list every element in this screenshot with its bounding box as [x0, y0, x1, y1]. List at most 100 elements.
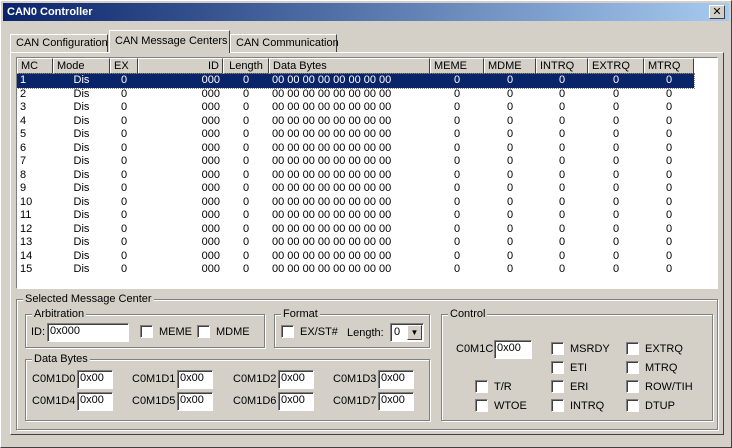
cell-extrq: 0	[612, 141, 620, 154]
cell-mode: Dis	[73, 155, 90, 167]
table-row[interactable]: 15 Dis 0 000 0 00 00 00 00 00 00 00 00 0 0 0 0 0	[17, 263, 694, 277]
tab-can-message-centers[interactable]: CAN Message Centers	[109, 30, 230, 53]
list-header: MC Mode EX ID Length Data Bytes MEME MDME INTRQ E…	[17, 58, 694, 74]
cell-mdme: 0	[506, 128, 514, 140]
cell-id: 000	[201, 155, 220, 167]
data-byte-label: C0M1D1	[132, 373, 176, 385]
table-row[interactable]: 10 Dis 0 000 0 00 00 00 00 00 00 00 00 0 0 0 0 0	[17, 196, 694, 210]
exst-checkbox[interactable]: EX/ST#	[281, 325, 338, 338]
tr-checkbox[interactable]: T/R	[475, 380, 512, 393]
length-select[interactable]: 0 ▼	[390, 323, 424, 342]
eri-checkbox[interactable]: ERI	[551, 380, 588, 393]
data-byte-label: C0M1D0	[32, 373, 76, 385]
column-header-id[interactable]: ID	[138, 58, 223, 74]
cell-data-bytes: 00 00 00 00 00 00 00 00	[272, 155, 392, 167]
column-header-mdme[interactable]: MDME	[484, 58, 536, 74]
cell-mdme: 0	[506, 87, 514, 100]
table-row[interactable]: 7 Dis 0 000 0 00 00 00 00 00 00 00 00 0 0 0 0 0	[17, 155, 694, 169]
table-row[interactable]: 13 Dis 0 000 0 00 00 00 00 00 00 00 00 0 0 0 0 0	[17, 236, 694, 250]
cell-intrq: 0	[558, 155, 566, 167]
table-row[interactable]: 9 Dis 0 000 0 00 00 00 00 00 00 00 00 0 0 0 0 0	[17, 182, 694, 196]
table-row[interactable]: 12 Dis 0 000 0 00 00 00 00 00 00 00 00 0 0 0 0 0	[17, 223, 694, 237]
column-header-intrq[interactable]: INTRQ	[536, 58, 588, 74]
mdme-checkbox-box[interactable]	[197, 325, 210, 338]
tab-can-configuration[interactable]: CAN Configuration	[10, 34, 108, 52]
rowtih-checkbox[interactable]: ROW/TIH	[626, 380, 693, 393]
cell-extrq: 0	[612, 222, 620, 235]
rowtih-checkbox-box[interactable]	[626, 380, 639, 393]
wtoe-checkbox[interactable]: WTOE	[475, 399, 527, 412]
cell-extrq: 0	[612, 87, 620, 100]
meme-checkbox[interactable]: MEME	[140, 325, 192, 338]
format-group: Format EX/ST# Length: 0 ▼	[274, 307, 430, 348]
cell-extrq: 0	[612, 209, 620, 221]
cell-mtrq: 0	[665, 101, 673, 113]
data-byte-field[interactable]: 0x00	[378, 392, 414, 411]
close-button[interactable]: ✕	[709, 5, 725, 19]
data-byte-field[interactable]: 0x00	[177, 370, 213, 389]
eri-checkbox-box[interactable]	[551, 380, 564, 393]
mdme-checkbox[interactable]: MDME	[197, 325, 250, 338]
data-byte-label: C0M1D3	[333, 373, 377, 385]
table-row[interactable]: 4 Dis 0 000 0 00 00 00 00 00 00 00 00 0 0 0 0 0	[17, 115, 694, 129]
eti-checkbox-box[interactable]	[551, 361, 564, 374]
cell-data-bytes: 00 00 00 00 00 00 00 00	[272, 182, 392, 194]
column-header-mtrq[interactable]: MTRQ	[644, 58, 694, 74]
column-header-mode[interactable]: Mode	[53, 58, 110, 74]
msrdy-checkbox-box[interactable]	[551, 342, 564, 355]
cell-mtrq: 0	[665, 195, 673, 208]
table-row[interactable]: 14 Dis 0 000 0 00 00 00 00 00 00 00 00 0 0 0 0 0	[17, 250, 694, 264]
column-header-data-bytes[interactable]: Data Bytes	[269, 58, 430, 74]
tab-can-communication[interactable]: CAN Communication	[230, 34, 339, 52]
mtrq-checkbox-box[interactable]	[626, 361, 639, 374]
extrq-checkbox[interactable]: EXTRQ	[626, 342, 683, 355]
cell-mc: 6	[20, 141, 27, 154]
cell-mdme: 0	[506, 168, 514, 181]
table-row[interactable]: 11 Dis 0 000 0 00 00 00 00 00 00 00 00 0 0 0 0 0	[17, 209, 694, 223]
tr-checkbox-box[interactable]	[475, 380, 488, 393]
column-header-mc[interactable]: MC	[17, 58, 53, 74]
data-byte-field[interactable]: 0x00	[177, 392, 213, 411]
cell-length: 0	[242, 222, 250, 235]
cell-extrq: 0	[612, 263, 620, 275]
data-byte-field[interactable]: 0x00	[278, 370, 314, 389]
data-byte-field[interactable]: 0x00	[378, 370, 414, 389]
table-row[interactable]: 6 Dis 0 000 0 00 00 00 00 00 00 00 00 0 0 0 0 0	[17, 142, 694, 156]
selected-message-center-label: Selected Message Center	[23, 292, 154, 306]
meme-checkbox-box[interactable]	[140, 325, 153, 338]
id-field[interactable]: 0x000	[47, 323, 129, 342]
eti-checkbox[interactable]: ETI	[551, 361, 587, 374]
column-header-ex[interactable]: EX	[110, 58, 138, 74]
column-header-meme[interactable]: MEME	[430, 58, 484, 74]
table-row[interactable]: 1 Dis 0 000 0 00 00 00 00 00 00 00 00 0 0 0 0 0	[17, 73, 695, 89]
table-row[interactable]: 8 Dis 0 000 0 00 00 00 00 00 00 00 00 0 0 0 0 0	[17, 169, 694, 183]
mtrq-checkbox[interactable]: MTRQ	[626, 361, 677, 374]
column-header-length[interactable]: Length	[223, 58, 269, 74]
cell-length: 0	[242, 114, 250, 127]
exst-checkbox-box[interactable]	[281, 325, 294, 338]
data-byte-field[interactable]: 0x00	[278, 392, 314, 411]
length-value: 0	[394, 326, 401, 338]
cell-ex: 0	[120, 87, 128, 100]
message-center-list[interactable]: MC Mode EX ID Length Data Bytes MEME MDME INTRQ E…	[16, 57, 718, 289]
column-header-extrq[interactable]: EXTRQ	[588, 58, 644, 74]
cell-ex: 0	[120, 128, 128, 140]
intrq-checkbox-box[interactable]	[551, 399, 564, 412]
dtup-checkbox[interactable]: DTUP	[626, 399, 675, 412]
table-row[interactable]: 3 Dis 0 000 0 00 00 00 00 00 00 00 00 0 0 0 0 0	[17, 101, 694, 115]
intrq-checkbox[interactable]: INTRQ	[551, 399, 604, 412]
msrdy-checkbox[interactable]: MSRDY	[551, 342, 610, 355]
cell-length: 0	[242, 263, 250, 275]
data-byte-field[interactable]: 0x00	[77, 370, 113, 389]
data-byte-field[interactable]: 0x00	[77, 392, 113, 411]
cell-mtrq: 0	[665, 209, 673, 221]
chevron-down-icon[interactable]: ▼	[407, 325, 422, 340]
cell-length: 0	[242, 195, 250, 208]
dtup-checkbox-box[interactable]	[626, 399, 639, 412]
extrq-checkbox-box[interactable]	[626, 342, 639, 355]
table-row[interactable]: 5 Dis 0 000 0 00 00 00 00 00 00 00 00 0 0 0 0 0	[17, 128, 694, 142]
wtoe-label: WTOE	[494, 399, 527, 412]
table-row[interactable]: 2 Dis 0 000 0 00 00 00 00 00 00 00 00 0 0 0 0 0	[17, 88, 694, 102]
wtoe-checkbox-box[interactable]	[475, 399, 488, 412]
c0m1c-field[interactable]: 0x00	[494, 340, 532, 359]
